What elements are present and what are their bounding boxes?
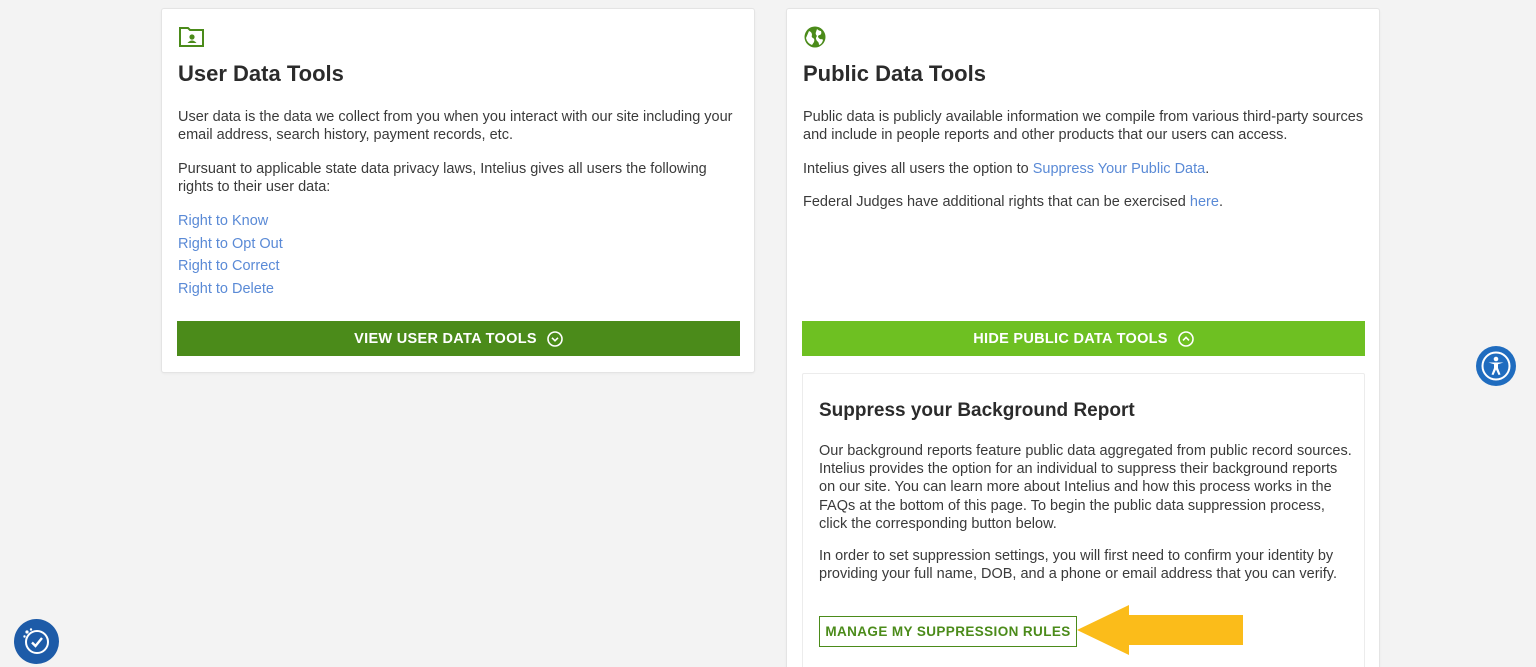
chevron-down-circle-icon bbox=[547, 330, 563, 347]
accessibility-icon bbox=[1481, 351, 1511, 381]
suppress-report-description: Our background reports feature public da… bbox=[819, 443, 1352, 532]
privacy-consent-icon bbox=[22, 627, 49, 654]
right-to-delete-link[interactable]: Right to Delete bbox=[178, 278, 283, 301]
suppress-option-suffix: . bbox=[1205, 161, 1210, 177]
view-user-data-tools-button[interactable]: VIEW USER DATA TOOLS bbox=[177, 321, 740, 356]
callout-arrow-icon bbox=[1077, 605, 1243, 655]
privacy-consent-button[interactable] bbox=[14, 619, 59, 664]
rights-list: Right to Know Right to Opt Out Right to … bbox=[178, 210, 283, 301]
federal-judges-here-link[interactable]: here bbox=[1190, 194, 1219, 210]
federal-judges-prefix: Federal Judges have additional rights th… bbox=[803, 194, 1190, 210]
hide-public-data-tools-label: HIDE PUBLIC DATA TOOLS bbox=[973, 330, 1168, 347]
accessibility-widget-button[interactable] bbox=[1476, 346, 1516, 386]
user-data-description: User data is the data we collect from yo… bbox=[178, 109, 733, 143]
user-data-tools-card: User Data Tools User data is the data we… bbox=[161, 8, 755, 373]
globe-icon bbox=[803, 25, 831, 49]
user-data-tools-title: User Data Tools bbox=[178, 61, 344, 86]
right-to-know-link[interactable]: Right to Know bbox=[178, 210, 283, 233]
right-to-correct-link[interactable]: Right to Correct bbox=[178, 255, 283, 278]
public-data-description: Public data is publicly available inform… bbox=[803, 109, 1364, 143]
suppress-your-public-data-link[interactable]: Suppress Your Public Data bbox=[1033, 161, 1206, 177]
hide-public-data-tools-button[interactable]: HIDE PUBLIC DATA TOOLS bbox=[802, 321, 1365, 356]
right-to-opt-out-link[interactable]: Right to Opt Out bbox=[178, 233, 283, 256]
view-user-data-tools-label: VIEW USER DATA TOOLS bbox=[354, 330, 537, 347]
public-data-tools-card: Public Data Tools Public data is publicl… bbox=[786, 8, 1380, 667]
suppress-option-prefix: Intelius gives all users the option to bbox=[803, 161, 1033, 177]
suppress-report-title: Suppress your Background Report bbox=[819, 400, 1135, 421]
suppress-identity-note: In order to set suppression settings, yo… bbox=[819, 548, 1337, 583]
user-data-rights-intro: Pursuant to applicable state data privac… bbox=[178, 161, 707, 195]
suppress-option-text: Intelius gives all users the option to S… bbox=[803, 160, 1368, 178]
federal-judges-text: Federal Judges have additional rights th… bbox=[803, 193, 1368, 211]
contact-card-icon bbox=[178, 25, 206, 49]
manage-suppression-rules-button[interactable]: MANAGE MY SUPPRESSION RULES bbox=[819, 616, 1077, 647]
federal-judges-suffix: . bbox=[1218, 194, 1223, 210]
public-data-tools-title: Public Data Tools bbox=[803, 61, 986, 86]
chevron-up-circle-icon bbox=[1177, 330, 1194, 347]
